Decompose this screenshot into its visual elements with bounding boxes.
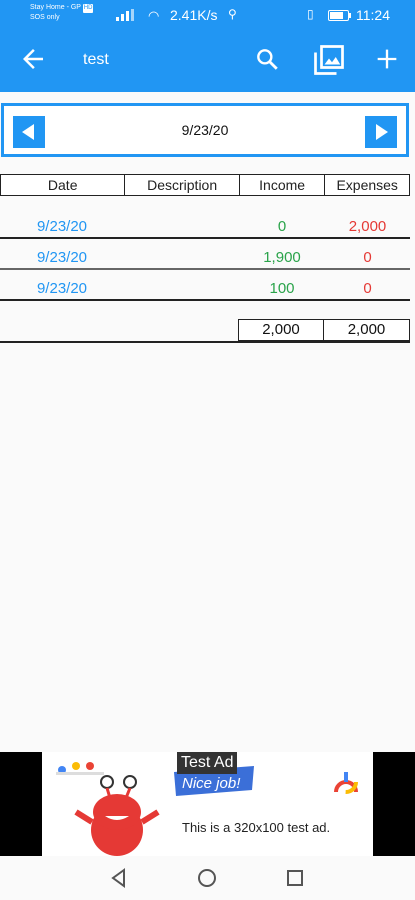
- row-income: 0: [277, 218, 287, 235]
- search-icon[interactable]: [254, 46, 280, 72]
- total-income: 2,000: [238, 319, 324, 341]
- totals-row: 2,000 2,000: [238, 319, 410, 341]
- current-date[interactable]: 9/23/20: [4, 122, 406, 138]
- gallery-icon[interactable]: [311, 42, 347, 78]
- row-income: 1,900: [263, 249, 301, 266]
- date-navigator: 9/23/20: [1, 103, 409, 157]
- table-row[interactable]: 9/23/20 1,900 0: [0, 244, 410, 270]
- row-divider: [0, 299, 410, 301]
- page-title: test: [83, 51, 109, 68]
- row-expenses: 0: [363, 280, 372, 297]
- net-speed: 2.41K/s: [170, 7, 218, 23]
- test-ad-label: Test Ad: [177, 752, 238, 774]
- column-header-expenses[interactable]: Expenses: [324, 175, 409, 195]
- system-nav-bar: [0, 856, 415, 900]
- total-expenses: 2,000: [324, 319, 410, 341]
- table-row[interactable]: 9/23/20 0 2,000: [0, 213, 410, 239]
- back-arrow-icon[interactable]: [18, 44, 48, 74]
- carrier-status: SOS only: [30, 14, 60, 21]
- table-header: Date Description Income Expenses: [0, 174, 410, 196]
- totals-underline: [0, 341, 410, 343]
- row-expenses: 0: [363, 249, 372, 266]
- column-header-income[interactable]: Income: [238, 175, 325, 195]
- clock: 11:24: [356, 7, 390, 23]
- table-row[interactable]: 9/23/20 100 0: [0, 275, 410, 301]
- carrier-info: Stay Home - GP HD SOS only: [30, 3, 94, 22]
- carrier-name: Stay Home - GP: [30, 4, 81, 11]
- location-icon: ⚲: [228, 7, 237, 21]
- nav-back-icon[interactable]: [108, 867, 130, 889]
- ad-logo-icon: [334, 770, 358, 794]
- row-income: 100: [269, 280, 295, 297]
- hd-badge: HD: [82, 4, 94, 13]
- monster-illustration: [74, 775, 160, 856]
- column-header-date[interactable]: Date: [1, 175, 124, 195]
- nice-job-text: Nice job!: [182, 775, 241, 792]
- nav-recents-icon[interactable]: [284, 867, 306, 889]
- battery-icon: [328, 10, 351, 21]
- wifi-icon: ◠: [148, 8, 160, 23]
- row-expenses: 2,000: [348, 218, 387, 235]
- ad-text: This is a 320x100 test ad.: [182, 820, 331, 835]
- row-date: 9/23/20: [36, 280, 88, 297]
- next-date-button[interactable]: [365, 116, 397, 148]
- nav-home-icon[interactable]: [196, 867, 218, 889]
- row-divider: [0, 268, 410, 270]
- row-date: 9/23/20: [36, 218, 88, 235]
- row-divider: [0, 237, 410, 239]
- status-bar: Stay Home - GP HD SOS only ◠ 2.41K/s ⚲ ▯…: [0, 0, 415, 30]
- column-header-description[interactable]: Description: [124, 175, 238, 195]
- signal-icon: [116, 9, 140, 21]
- vibrate-icon: ▯: [307, 7, 314, 21]
- app-toolbar: test: [0, 30, 415, 92]
- row-date: 9/23/20: [36, 249, 88, 266]
- add-icon[interactable]: [373, 45, 401, 73]
